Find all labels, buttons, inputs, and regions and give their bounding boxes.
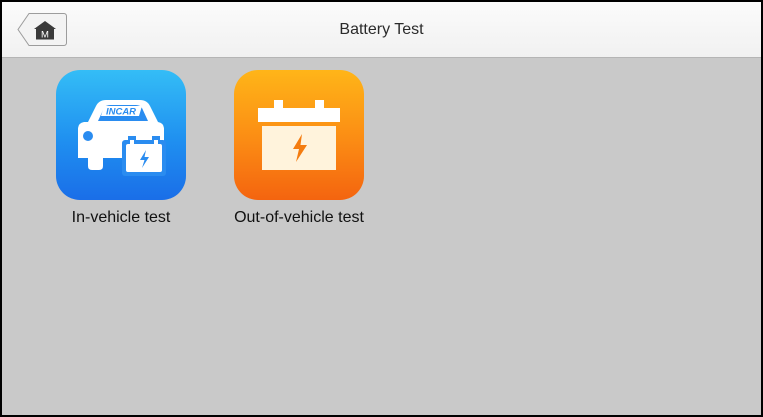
incar-badge: INCAR xyxy=(101,106,142,118)
incar-badge-text: INCAR xyxy=(106,107,136,118)
battery-icon[interactable] xyxy=(234,70,364,200)
app-window: M Battery Test INCAR In-vehicle test Out… xyxy=(0,0,763,417)
content-area: INCAR In-vehicle test Out-of-vehicle tes… xyxy=(2,58,761,415)
in-vehicle-test-tile[interactable]: INCAR In-vehicle test xyxy=(31,70,211,240)
title-bar: M Battery Test xyxy=(2,2,761,58)
in-vehicle-test-label: In-vehicle test xyxy=(71,209,171,226)
car-battery-icon[interactable]: INCAR xyxy=(56,70,186,200)
home-button[interactable]: M xyxy=(17,13,67,46)
out-of-vehicle-test-tile[interactable]: Out-of-vehicle test xyxy=(209,70,389,240)
page-title: Battery Test xyxy=(339,21,424,38)
out-of-vehicle-test-label: Out-of-vehicle test xyxy=(234,209,364,226)
home-button-glyph: M xyxy=(41,30,49,41)
